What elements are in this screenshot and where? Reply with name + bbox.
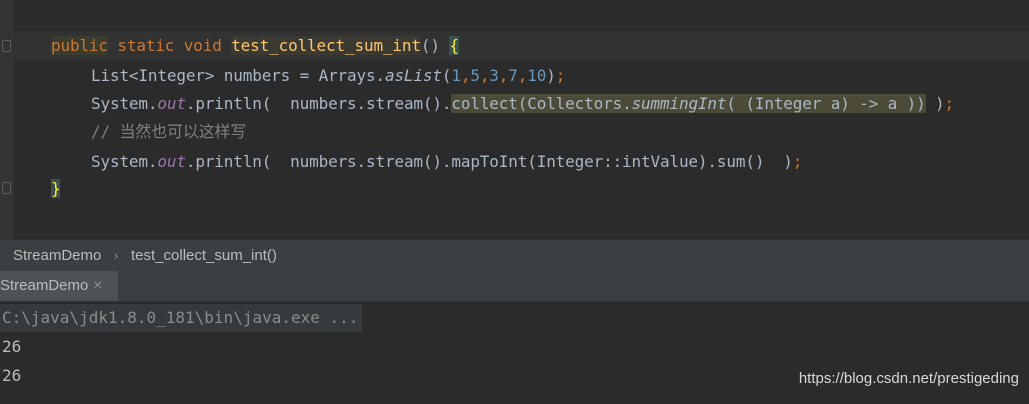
collect-call-highlighted: collect(Collectors.summingInt( (Integer … bbox=[451, 94, 926, 113]
run-console[interactable]: C:\java\jdk1.8.0_181\bin\java.exe ... 26… bbox=[0, 302, 1029, 404]
out-field: out bbox=[157, 94, 186, 113]
code-line-1[interactable]: public static void test_collect_sum_int(… bbox=[51, 32, 459, 60]
editor-gutter[interactable] bbox=[0, 0, 14, 239]
collect-call: collect(Collectors. bbox=[451, 94, 632, 113]
number: 7 bbox=[508, 66, 518, 85]
code-line-4-comment[interactable]: // 当然也可以这样写 bbox=[91, 118, 246, 146]
maptoint-expression: .println( numbers.stream().mapToInt(Inte… bbox=[185, 152, 793, 171]
comma: , bbox=[498, 66, 509, 85]
comma: , bbox=[517, 66, 528, 85]
code-editor[interactable]: public static void test_collect_sum_int(… bbox=[0, 0, 1029, 239]
tab-label: StreamDemo bbox=[0, 277, 89, 294]
keyword-public: public bbox=[51, 36, 108, 55]
console-output-line: 26 bbox=[2, 337, 22, 356]
number: 10 bbox=[527, 66, 547, 85]
tab-streamdemo[interactable]: StreamDemo × bbox=[0, 271, 118, 301]
console-command-line[interactable]: C:\java\jdk1.8.0_181\bin\java.exe ... bbox=[0, 304, 363, 332]
number: 5 bbox=[470, 66, 480, 85]
breadcrumb-method[interactable]: test_collect_sum_int() bbox=[131, 240, 277, 271]
console-output-line: 26 bbox=[2, 366, 22, 385]
paren: ) bbox=[546, 66, 556, 85]
breadcrumb-chevron-icon: › bbox=[114, 248, 119, 263]
paren: ( bbox=[441, 66, 452, 85]
code-line-3[interactable]: System.out.println( numbers.stream().col… bbox=[91, 90, 954, 118]
system-class: System. bbox=[91, 94, 158, 113]
comma: , bbox=[460, 66, 471, 85]
keyword-static: static bbox=[107, 36, 184, 55]
run-tool-window-tabs: StreamDemo × bbox=[0, 271, 1029, 302]
out-field: out bbox=[157, 152, 186, 171]
number: 3 bbox=[489, 66, 499, 85]
code-line-5[interactable]: System.out.println( numbers.stream().map… bbox=[91, 148, 802, 176]
fold-marker-icon[interactable] bbox=[2, 182, 11, 194]
fold-marker-icon[interactable] bbox=[2, 40, 11, 52]
lambda-expression: ( (Integer a) -> a )) bbox=[726, 94, 926, 113]
code-line-2[interactable]: List<Integer> numbers = Arrays.asList(1,… bbox=[91, 62, 565, 90]
system-class: System. bbox=[91, 152, 158, 171]
semicolon: ; bbox=[555, 66, 566, 85]
code-line-6[interactable]: } bbox=[51, 175, 61, 203]
semicolon: ; bbox=[792, 152, 803, 171]
method-declaration-name: test_collect_sum_int bbox=[231, 36, 421, 55]
watermark: https://blog.csdn.net/prestigeding bbox=[798, 370, 1019, 387]
open-brace: { bbox=[449, 36, 459, 55]
keyword-void: void bbox=[183, 36, 222, 55]
list-declaration: List<Integer> numbers = Arrays. bbox=[91, 66, 385, 85]
method-parens: () bbox=[420, 36, 450, 55]
breadcrumb: StreamDemo › test_collect_sum_int() bbox=[0, 239, 1029, 271]
breadcrumb-class[interactable]: StreamDemo bbox=[13, 240, 101, 271]
aslist-method: asList bbox=[384, 66, 442, 85]
summingint-method: summingInt bbox=[631, 94, 727, 113]
semicolon: ; bbox=[944, 94, 955, 113]
close-brace: } bbox=[51, 179, 61, 198]
number: 1 bbox=[451, 66, 461, 85]
closing-paren: ) bbox=[925, 94, 945, 113]
println-call: .println( numbers.stream(). bbox=[185, 94, 452, 113]
comma: , bbox=[479, 66, 490, 85]
close-icon[interactable]: × bbox=[93, 271, 102, 301]
